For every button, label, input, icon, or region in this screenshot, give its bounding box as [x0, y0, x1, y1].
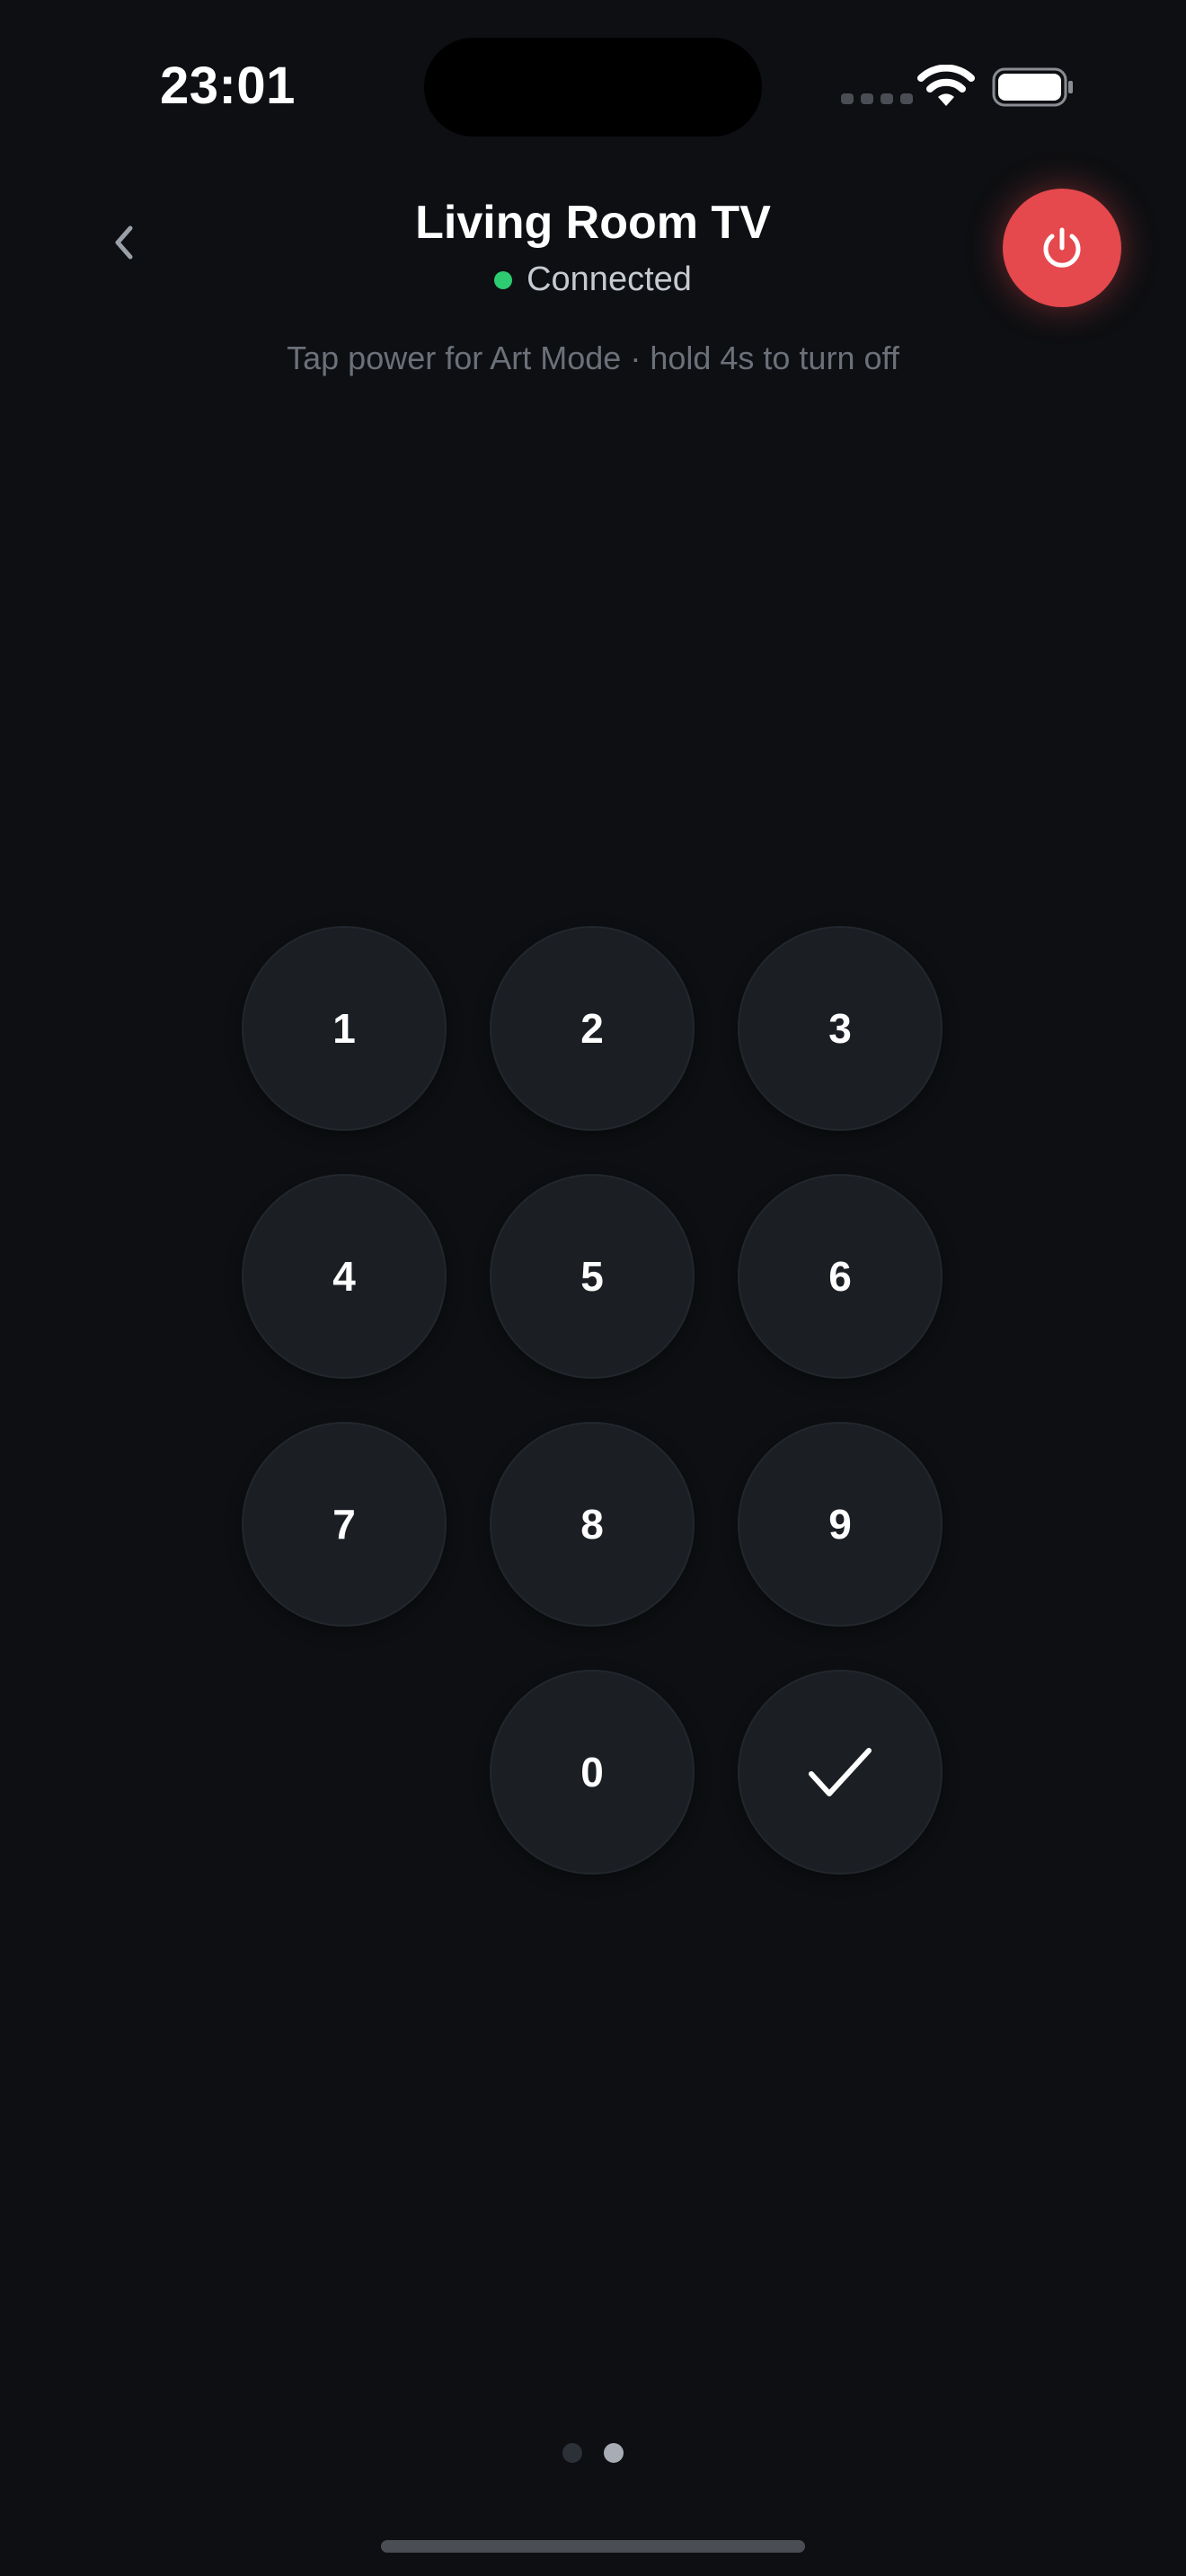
status-time: 23:01: [160, 57, 296, 115]
cellular-signal-icon: [841, 93, 913, 104]
dynamic-island: [424, 38, 762, 137]
power-button[interactable]: [1003, 189, 1121, 307]
page-indicator[interactable]: [0, 2443, 1186, 2463]
key-7[interactable]: 7: [242, 1422, 447, 1627]
remote-screen: 23:01 Living Room TV Connected Tap power…: [0, 0, 1186, 2576]
key-4[interactable]: 4: [242, 1174, 447, 1379]
key-8[interactable]: 8: [490, 1422, 695, 1627]
key-1[interactable]: 1: [242, 926, 447, 1131]
key-0[interactable]: 0: [490, 1670, 695, 1875]
confirm-button[interactable]: [738, 1670, 943, 1875]
checkmark-icon: [809, 1748, 872, 1796]
key-6[interactable]: 6: [738, 1174, 943, 1379]
wifi-icon: [917, 65, 975, 106]
page-dot-1[interactable]: [562, 2443, 582, 2463]
key-3[interactable]: 3: [738, 926, 943, 1131]
connection-indicator-dot: [494, 270, 513, 289]
power-icon: [1043, 227, 1081, 268]
key-2[interactable]: 2: [490, 926, 695, 1131]
key-5[interactable]: 5: [490, 1174, 695, 1379]
page-dot-2[interactable]: [604, 2443, 624, 2463]
power-hint: Tap power for Art Mode · hold 4s to turn…: [287, 340, 899, 376]
home-indicator[interactable]: [381, 2540, 805, 2553]
battery-icon: [992, 67, 1073, 107]
key-9[interactable]: 9: [738, 1422, 943, 1627]
connection-status-label: Connected: [527, 260, 692, 298]
